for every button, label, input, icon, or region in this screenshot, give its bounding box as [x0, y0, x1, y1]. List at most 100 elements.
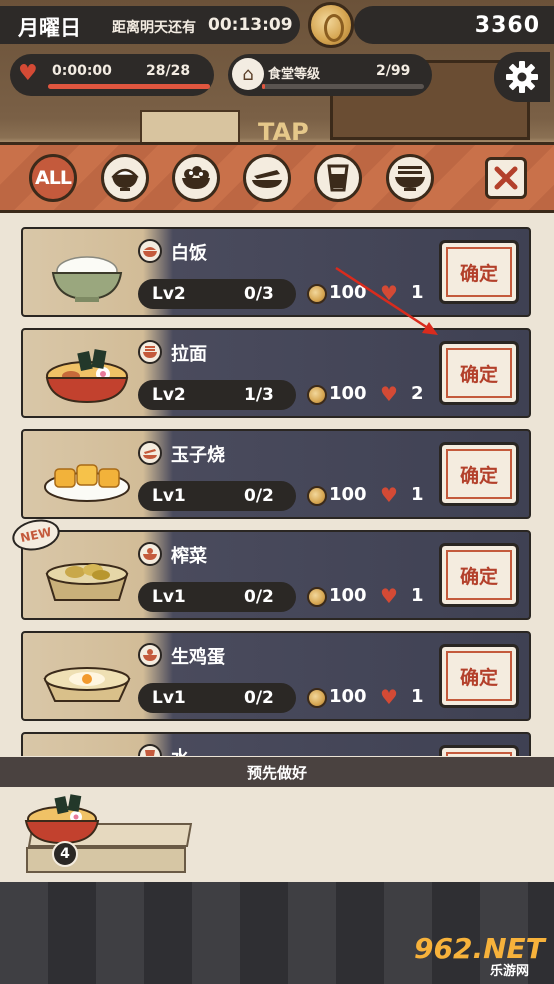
close-icon — [494, 166, 518, 190]
heart-refill-timer: 0:00:00 — [52, 63, 112, 79]
tab-salad[interactable] — [172, 154, 220, 202]
dish-price: 100 — [329, 282, 367, 303]
dish-price: 100 — [329, 686, 367, 707]
prepared-header: 预先做好 — [0, 757, 554, 787]
dish-progress: 0/2 — [244, 486, 274, 506]
dish-hearts: 1 — [411, 282, 424, 303]
rice-bowl-icon — [111, 168, 139, 191]
house-icon: ⌂ — [232, 58, 264, 90]
ramen-dish-image — [45, 349, 129, 404]
level-progress-fill — [262, 84, 266, 89]
menu-panel: ALL 白饭 Lv2 0/3 100 ♥ 1 确定 拉面 Lv2 1/3 100… — [0, 142, 554, 882]
dish-card-tamagoyaki: 玉子烧 Lv1 0/2 100 ♥ 1 确定 — [21, 429, 531, 519]
heart-bar[interactable]: ♥ 0:00:00 28/28 — [10, 54, 214, 96]
cup-icon — [327, 164, 349, 192]
until-tomorrow-label: 距离明天还有 — [112, 20, 196, 36]
dish-name: 生鸡蛋 — [171, 647, 225, 668]
zhacai-dish-image — [45, 563, 129, 601]
raw-egg-dish-image — [43, 667, 131, 702]
tab-all[interactable]: ALL — [29, 154, 77, 202]
dish-card-ramen: 拉面 Lv2 1/3 100 ♥ 2 确定 — [21, 328, 531, 418]
dish-progress: 0/3 — [244, 284, 274, 304]
dish-name: 榨菜 — [171, 546, 207, 567]
noodle-category-icon — [138, 340, 162, 364]
heart-count: 28/28 — [146, 63, 191, 79]
gear-icon — [506, 61, 538, 93]
salad-icon — [182, 166, 210, 189]
site-watermark-sub: 乐游网 — [490, 964, 530, 979]
level-progress-bar — [262, 84, 424, 89]
dish-name: 白饭 — [171, 243, 207, 264]
confirm-button[interactable]: 确定 — [439, 240, 519, 304]
dish-stats: Lv1 0/2 — [138, 481, 296, 511]
dish-hearts: 1 — [411, 585, 424, 606]
coin-icon — [307, 385, 327, 405]
bowl-category-icon — [138, 542, 162, 566]
bowl-category-icon — [138, 643, 162, 667]
dish-hearts: 2 — [411, 383, 424, 404]
tab-rice[interactable] — [101, 154, 149, 202]
heart-icon: ♥ — [380, 584, 398, 608]
settings-button[interactable] — [494, 52, 550, 102]
plate-icon — [252, 170, 282, 188]
tab-plate[interactable] — [243, 154, 291, 202]
confirm-button[interactable]: 确定 — [439, 644, 519, 708]
heart-progress-bar — [48, 84, 210, 89]
confirm-button[interactable]: 确定 — [439, 341, 519, 405]
dish-card-raw-egg: 生鸡蛋 Lv1 0/2 100 ♥ 1 确定 — [21, 631, 531, 721]
close-button[interactable] — [485, 157, 527, 199]
confirm-button[interactable]: 确定 — [439, 543, 519, 607]
coin-count: 3360 — [474, 13, 540, 38]
heart-icon: ♥ — [380, 685, 398, 709]
tab-drink[interactable] — [314, 154, 362, 202]
tab-all-label: ALL — [35, 167, 72, 189]
dish-stats: Lv2 0/3 — [138, 279, 296, 309]
dish-stats: Lv1 0/2 — [138, 582, 296, 612]
canteen-level-bar[interactable]: ⌂ 食堂等级 2/99 — [228, 54, 432, 96]
canteen-level-count: 2/99 — [376, 63, 411, 79]
tamagoyaki-dish-image — [44, 464, 130, 502]
heart-icon: ♥ — [380, 483, 398, 507]
dish-hearts: 1 — [411, 484, 424, 505]
heart-icon: ♥ — [18, 61, 38, 86]
coin-bar: 3360 — [354, 6, 554, 44]
rice-dish-image — [51, 256, 123, 302]
dish-name: 水 — [171, 744, 189, 756]
coin-icon — [307, 688, 327, 708]
dish-progress: 0/2 — [244, 688, 274, 708]
category-tabs: ALL — [0, 145, 554, 213]
heart-icon: ♥ — [380, 281, 398, 305]
dish-level: Lv2 — [152, 284, 186, 304]
plate-category-icon — [138, 441, 162, 465]
confirm-button[interactable] — [439, 745, 519, 756]
site-watermark: 962.NET — [414, 932, 545, 965]
dish-progress: 0/2 — [244, 587, 274, 607]
coin-icon — [307, 587, 327, 607]
coin-icon — [307, 284, 327, 304]
heart-icon: ♥ — [380, 382, 398, 406]
noodle-bowl-icon — [395, 166, 425, 191]
dish-price: 100 — [329, 383, 367, 404]
coin-icon — [307, 486, 327, 506]
rice-category-icon — [138, 239, 162, 263]
dish-price: 100 — [329, 484, 367, 505]
heart-progress-fill — [48, 84, 210, 89]
dish-name: 拉面 — [171, 344, 207, 365]
dish-list[interactable]: 白饭 Lv2 0/3 100 ♥ 1 确定 拉面 Lv2 1/3 100 ♥ 2… — [0, 216, 554, 756]
tab-noodle[interactable] — [386, 154, 434, 202]
day-timer-bar: 月曜日 距离明天还有 00:13:09 — [0, 6, 300, 44]
prepared-count-badge: 4 — [52, 841, 78, 867]
dish-card-rice: 白饭 Lv2 0/3 100 ♥ 1 确定 — [21, 227, 531, 317]
table-front — [26, 847, 186, 873]
prepared-area: 4 — [0, 787, 554, 882]
confirm-button[interactable]: 确定 — [439, 442, 519, 506]
dish-level: Lv2 — [152, 385, 186, 405]
dish-stats: Lv2 1/3 — [138, 380, 296, 410]
dish-level: Lv1 — [152, 486, 186, 506]
dish-card-water: 水 — [21, 732, 531, 756]
dish-progress: 1/3 — [244, 385, 274, 405]
dish-level: Lv1 — [152, 587, 186, 607]
dish-price: 100 — [329, 585, 367, 606]
coin-icon — [308, 2, 354, 48]
canteen-level-label: 食堂等级 — [268, 67, 321, 82]
